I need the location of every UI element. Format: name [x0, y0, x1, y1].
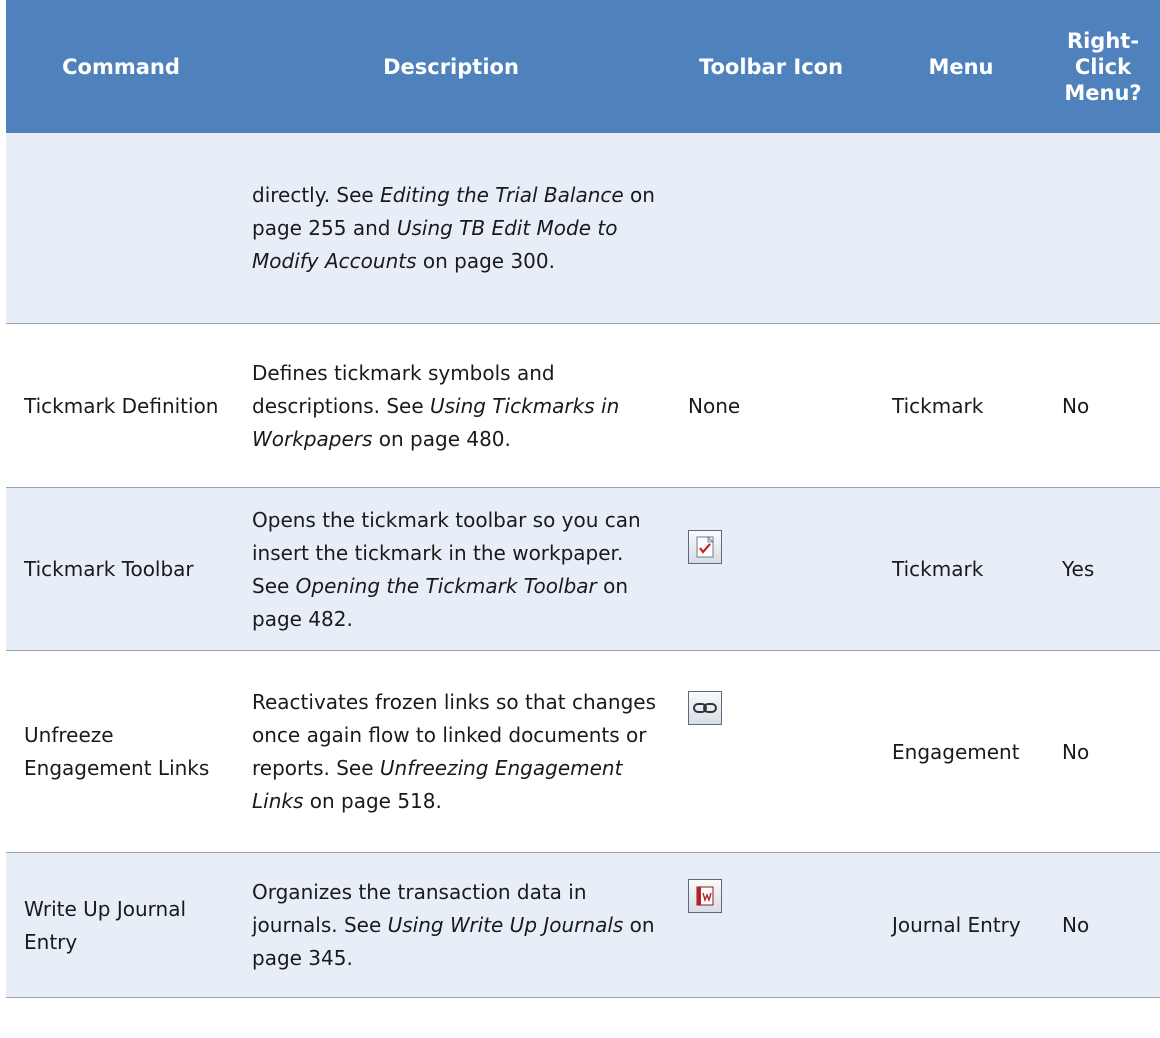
table-header: Command Description Toolbar Icon Menu Ri…: [6, 0, 1160, 133]
header-right-click-line1: Right-: [1066, 28, 1140, 53]
header-command: Command: [62, 54, 180, 79]
command-cell: Unfreeze Engagement Links: [24, 723, 210, 780]
menu-cell: Engagement: [892, 739, 1020, 764]
right-click-cell: Yes: [1062, 557, 1095, 581]
right-click-cell: No: [1062, 393, 1090, 418]
table-row: Tickmark Definition Defines tickmark sym…: [6, 324, 1160, 488]
toolbar-icon-cell: [688, 691, 868, 725]
description-text: Organizes the transaction data in journa…: [252, 880, 655, 970]
table-row: Unfreeze Engagement Links Reactivates fr…: [6, 651, 1160, 853]
menu-cell: Tickmark: [892, 557, 984, 581]
menu-cell: Journal Entry: [892, 913, 1021, 937]
header-menu: Menu: [928, 54, 994, 79]
tickmark-toolbar-icon[interactable]: [688, 530, 722, 564]
description-text: directly. See Editing the Trial Balance …: [252, 183, 655, 273]
header-right-click-line2: Click: [1074, 54, 1132, 79]
table-row: directly. See Editing the Trial Balance …: [6, 133, 1160, 324]
toolbar-icon-cell: [688, 879, 868, 913]
header-right-click-menu: Right- Click Menu?: [1046, 0, 1160, 133]
description-cell: Opens the tickmark toolbar so you can in…: [252, 488, 662, 651]
description-text: Defines tickmark symbols and description…: [252, 360, 620, 451]
description-cell: Reactivates frozen links so that changes…: [252, 651, 662, 853]
toolbar-icon-cell: None: [688, 393, 741, 418]
description-cell: directly. See Editing the Trial Balance …: [252, 133, 662, 324]
command-cell: [24, 133, 224, 324]
row-divider: [6, 997, 1160, 998]
command-cell: Tickmark Toolbar: [24, 557, 194, 581]
command-cell: Tickmark Definition: [24, 393, 219, 418]
table-row: Write Up Journal Entry Organizes the tra…: [6, 853, 1160, 998]
right-click-cell: No: [1062, 913, 1090, 937]
command-cell: Write Up Journal Entry: [24, 896, 187, 954]
description-cell: Defines tickmark symbols and description…: [252, 324, 662, 488]
chain-link-icon[interactable]: [688, 691, 722, 725]
commands-table: Command Description Toolbar Icon Menu Ri…: [6, 0, 1160, 998]
header-toolbar-icon: Toolbar Icon: [698, 54, 844, 79]
description-text: Opens the tickmark toolbar so you can in…: [252, 507, 641, 631]
table-row: Tickmark Toolbar Opens the tickmark tool…: [6, 488, 1160, 651]
description-text: Reactivates frozen links so that changes…: [252, 690, 657, 813]
toolbar-icon-cell: [688, 530, 868, 564]
description-cell: Organizes the transaction data in journa…: [252, 853, 662, 998]
header-right-click-line3: Menu?: [1064, 80, 1142, 105]
right-click-cell: No: [1062, 739, 1090, 764]
header-description: Description: [383, 54, 519, 79]
write-up-journal-icon[interactable]: [688, 879, 722, 913]
menu-cell: Tickmark: [892, 393, 984, 418]
